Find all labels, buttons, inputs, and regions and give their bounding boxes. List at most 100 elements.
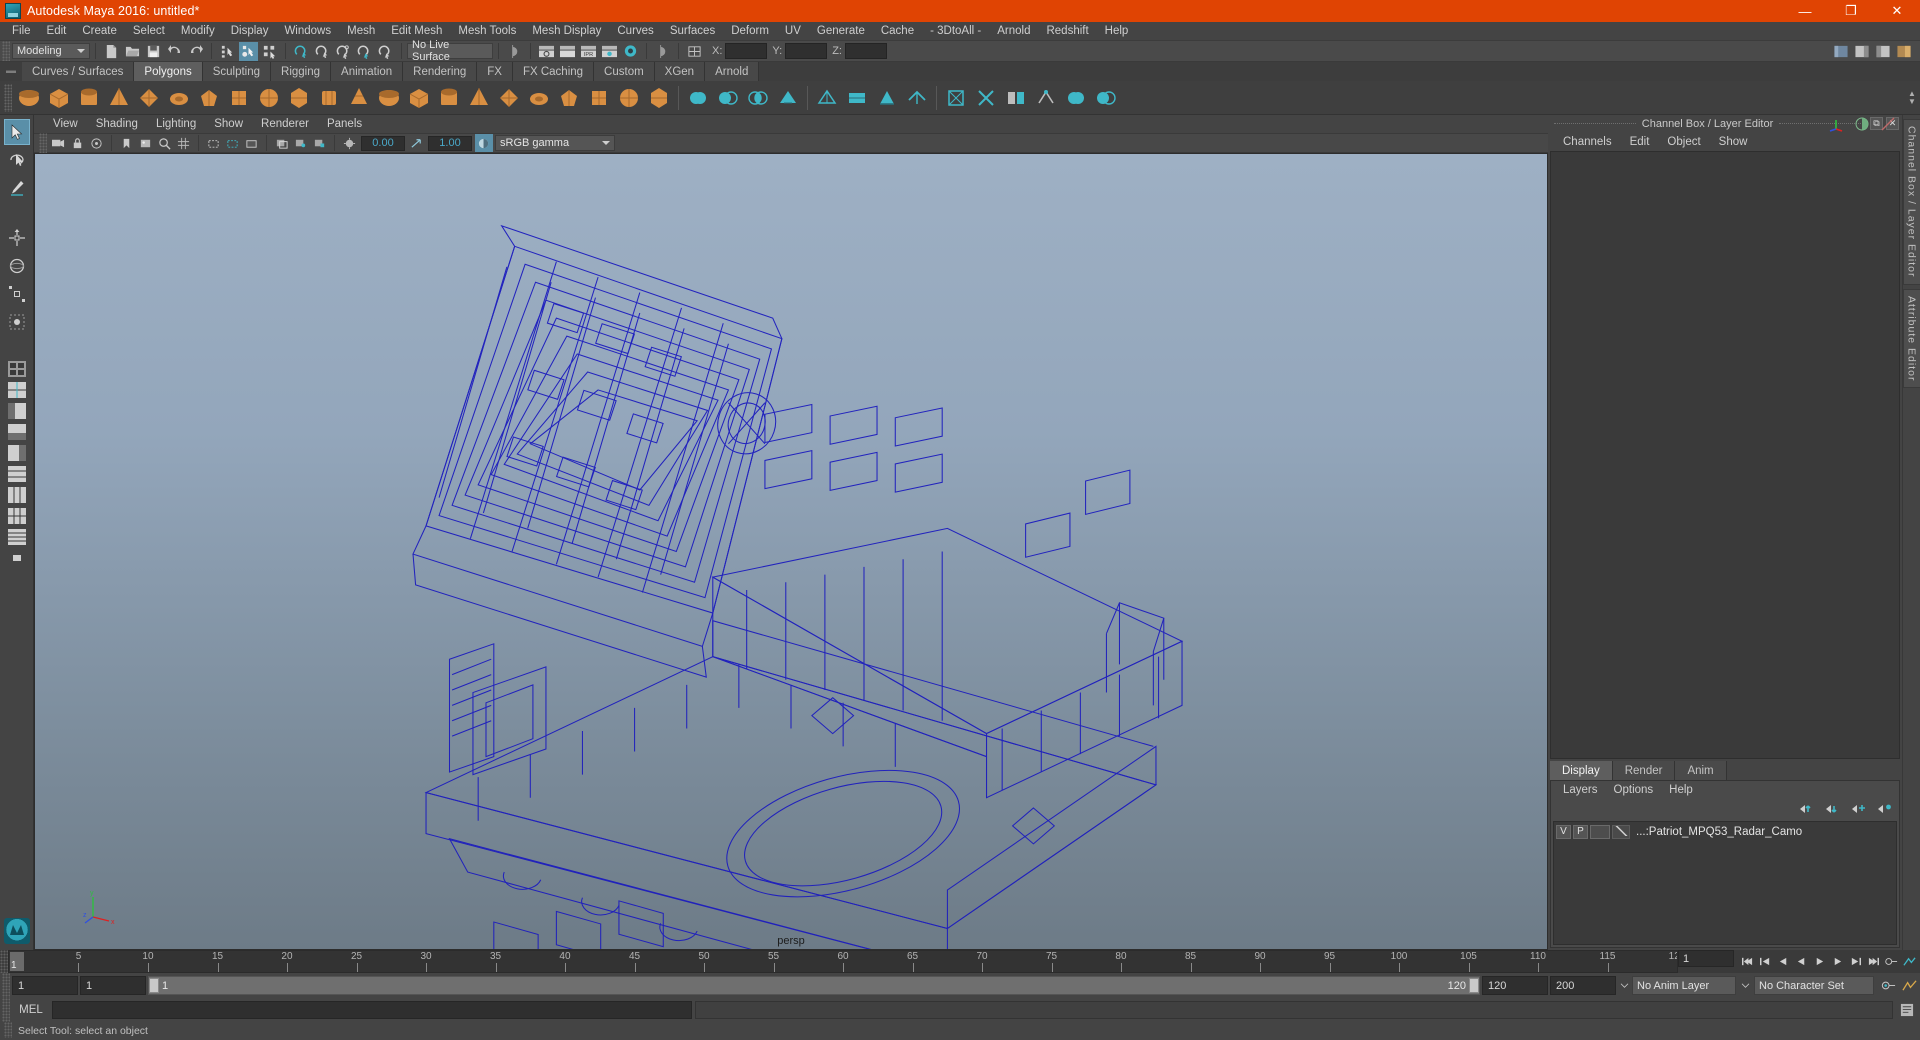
playback-end-field[interactable]: 120: [1482, 976, 1548, 995]
channel-box-menu-show[interactable]: Show: [1710, 136, 1757, 148]
bookmark-icon[interactable]: [118, 134, 136, 152]
shelf-tab-curves-surfaces[interactable]: Curves / Surfaces: [22, 62, 135, 81]
step-back-frame-icon[interactable]: [1775, 952, 1792, 971]
go-to-start-icon[interactable]: [1739, 952, 1756, 971]
image-plane-icon[interactable]: [137, 134, 155, 152]
layout-hypershade-persp-button[interactable]: [6, 443, 28, 463]
show-hide-channel-box-icon[interactable]: [1894, 42, 1913, 61]
poly-pyramid-icon[interactable]: [405, 84, 433, 112]
side-tab-attribute-editor[interactable]: Attribute Editor: [1902, 288, 1920, 388]
poly-svg-icon[interactable]: [645, 84, 673, 112]
boolean-intersection-icon[interactable]: [744, 84, 772, 112]
new-scene-icon[interactable]: [102, 42, 121, 61]
menu-item-curves[interactable]: Curves: [609, 22, 661, 40]
xform-constraint-icon[interactable]: [685, 42, 704, 61]
layout-persp-graph-button[interactable]: [6, 422, 28, 442]
bridge-icon[interactable]: [942, 84, 970, 112]
menu-item-arnold[interactable]: Arnold: [989, 22, 1038, 40]
menu-item-deform[interactable]: Deform: [723, 22, 777, 40]
poly-sphere-icon[interactable]: [15, 84, 43, 112]
layout-expand-button[interactable]: [6, 548, 28, 568]
camera-attributes-icon[interactable]: [88, 134, 106, 152]
color-profile-selector[interactable]: sRGB gamma: [495, 135, 615, 151]
viewport-menu-view[interactable]: View: [44, 118, 87, 130]
new-layer-from-selected-icon[interactable]: [1877, 803, 1893, 815]
animation-preferences-icon[interactable]: [1901, 952, 1918, 971]
menu-item-edit[interactable]: Edit: [39, 22, 75, 40]
shelf-tab-polygons[interactable]: Polygons: [134, 62, 203, 81]
shelf-tab-rigging[interactable]: Rigging: [271, 62, 332, 81]
move-layer-up-icon[interactable]: [1799, 803, 1815, 815]
rotate-tool-button[interactable]: [4, 253, 30, 279]
redo-icon[interactable]: [186, 42, 205, 61]
layout-four-split-button[interactable]: [6, 527, 28, 547]
select-camera-icon[interactable]: [50, 134, 68, 152]
command-language-label[interactable]: MEL: [13, 1004, 49, 1016]
perspective-viewport[interactable]: y x z persp: [34, 153, 1548, 950]
menu-set-selector[interactable]: Modeling: [12, 43, 90, 59]
layer-menu-options[interactable]: Options: [1606, 784, 1662, 796]
command-line-grip[interactable]: [2, 998, 10, 1022]
step-forward-key-icon[interactable]: [1847, 952, 1864, 971]
layer-color-swatch[interactable]: [1612, 824, 1630, 839]
viewport-menu-renderer[interactable]: Renderer: [252, 118, 318, 130]
exposure-field[interactable]: 0.00: [361, 135, 405, 151]
target-weld-icon[interactable]: [1062, 84, 1090, 112]
layer-menu-help[interactable]: Help: [1661, 784, 1701, 796]
paint-select-tool-button[interactable]: [4, 175, 30, 201]
layer-tab-display[interactable]: Display: [1550, 761, 1613, 780]
smooth-icon[interactable]: [843, 84, 871, 112]
help-line-grip[interactable]: [4, 1022, 12, 1038]
boolean-union-icon[interactable]: [684, 84, 712, 112]
menu-item-display[interactable]: Display: [223, 22, 277, 40]
gamma-field[interactable]: 1.00: [428, 135, 472, 151]
poly-cube-subdiv-icon[interactable]: [285, 84, 313, 112]
poly-sphere-subdiv-icon[interactable]: [255, 84, 283, 112]
toolbar-grip[interactable]: [2, 41, 10, 61]
show-hide-modeling-toolkit-icon[interactable]: [1831, 42, 1850, 61]
maximize-button[interactable]: ❐: [1828, 0, 1874, 22]
snap-grid-icon[interactable]: [292, 42, 311, 61]
grid-toggle-icon[interactable]: [175, 134, 193, 152]
show-manipulator-tool-button[interactable]: [4, 309, 30, 335]
y-input[interactable]: [785, 43, 828, 59]
channel-box-menu-channels[interactable]: Channels: [1554, 136, 1621, 148]
select-object-icon[interactable]: [239, 41, 258, 61]
shelf-tab-fx[interactable]: FX: [477, 62, 513, 81]
multicut-icon[interactable]: [1032, 84, 1060, 112]
menu-item-modify[interactable]: Modify: [173, 22, 223, 40]
poly-helix-icon[interactable]: [495, 84, 523, 112]
step-back-key-icon[interactable]: [1757, 952, 1774, 971]
axis-gizmo-icon[interactable]: [1828, 116, 1844, 132]
anim-end-field[interactable]: 200: [1550, 976, 1616, 995]
merge-icon[interactable]: [1002, 84, 1030, 112]
menu-item-mesh-display[interactable]: Mesh Display: [524, 22, 609, 40]
select-component-icon[interactable]: [260, 42, 279, 61]
mirror-icon[interactable]: [972, 84, 1000, 112]
layer-tab-anim[interactable]: Anim: [1675, 761, 1727, 780]
layer-shading-toggle[interactable]: [1590, 824, 1610, 839]
poly-soccerball-icon[interactable]: [555, 84, 583, 112]
poly-cylinder-icon[interactable]: [75, 84, 103, 112]
menu-item-create[interactable]: Create: [74, 22, 125, 40]
shelf-tab-rendering[interactable]: Rendering: [403, 62, 478, 81]
menu-item-mesh-tools[interactable]: Mesh Tools: [450, 22, 524, 40]
anim-curve-icon[interactable]: [1880, 116, 1896, 132]
time-slider[interactable]: 1 5 10 15 20 25 30 35 40 45 50 55 60 65 70 75 80 85 90 95 1…: [8, 950, 1678, 973]
separate-icon[interactable]: [813, 84, 841, 112]
command-output[interactable]: [695, 1001, 1893, 1019]
anim-layer-selector[interactable]: No Anim Layer: [1632, 976, 1736, 995]
snap-curve-icon[interactable]: [313, 42, 332, 61]
poly-gear-icon[interactable]: [525, 84, 553, 112]
select-tool-button[interactable]: [3, 119, 30, 145]
shelf-tab-xgen[interactable]: XGen: [654, 62, 706, 81]
menu-item-redshift[interactable]: Redshift: [1038, 22, 1096, 40]
poly-pipe-icon[interactable]: [465, 84, 493, 112]
layer-row[interactable]: V P ...:Patriot_MPQ53_Radar_Camo: [1554, 822, 1896, 841]
script-editor-icon[interactable]: [1896, 1003, 1918, 1017]
new-layer-icon[interactable]: [1851, 803, 1867, 815]
menu-item-surfaces[interactable]: Surfaces: [662, 22, 723, 40]
hypershade-icon[interactable]: [621, 42, 640, 61]
menu-item-help[interactable]: Help: [1097, 22, 1137, 40]
poly-cone-icon[interactable]: [105, 84, 133, 112]
